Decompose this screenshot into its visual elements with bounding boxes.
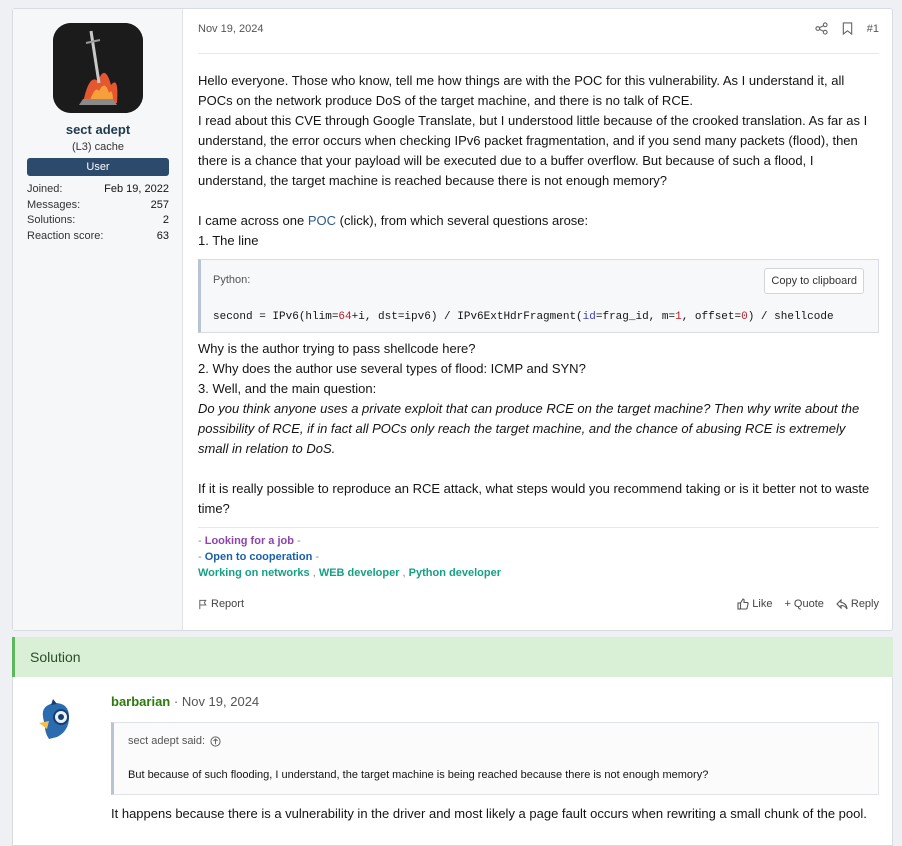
paragraph: Why is the author trying to pass shellco… — [198, 341, 476, 356]
flag-icon — [198, 599, 208, 610]
code-line: second = IPv6(hlim=64+i, dst=ipv6) / IPv… — [213, 307, 834, 327]
stat-value: Feb 19, 2022 — [104, 183, 169, 195]
post-date[interactable]: Nov 19, 2024 — [198, 23, 263, 35]
paragraph: Hello everyone. Those who know, tell me … — [198, 73, 845, 108]
user-title: (L3) cache — [72, 141, 124, 153]
user-badge: User — [27, 158, 169, 176]
signature-line: - Looking for a job - — [198, 535, 301, 547]
bookmark-icon[interactable] — [842, 22, 853, 35]
signature-text[interactable]: Python developer — [409, 567, 501, 579]
separator: · — [173, 694, 182, 709]
answer-text: It happens because there is a vulnerabil… — [111, 806, 867, 821]
arrow-up-circle-icon[interactable] — [210, 735, 221, 747]
quote-author: sect adept said: — [128, 735, 206, 747]
quote-block: sect adept said: But because of such flo… — [111, 722, 879, 795]
code-token: ) / shellcode — [747, 311, 834, 323]
stat-label: Solutions: — [27, 214, 76, 226]
stat-value: 63 — [156, 229, 169, 242]
quote-text: But because of such flooding, I understa… — [128, 769, 709, 781]
code-token: second = IPv6(hlim= — [213, 311, 339, 323]
signature: - Looking for a job - - Open to cooperat… — [198, 533, 501, 581]
stat-reaction-score: Reaction score: 63 — [27, 229, 169, 245]
list-item: 2. Why does the author use several types… — [198, 361, 586, 376]
answer-date[interactable]: Nov 19, 2024 — [182, 694, 259, 709]
paragraph: I came across one POC (click), from whic… — [198, 211, 879, 231]
stat-label: Joined: — [27, 183, 63, 195]
text: I came across one — [198, 213, 308, 228]
solution-header: Solution — [12, 637, 893, 677]
answer-header: barbarian · Nov 19, 2024 — [111, 694, 259, 709]
report-label: Report — [211, 598, 245, 610]
report-button[interactable]: Report — [198, 598, 244, 610]
stat-solutions: Solutions: 2 — [27, 213, 169, 229]
quote-header[interactable]: sect adept said: — [128, 735, 221, 747]
stat-label: Reaction score: — [27, 229, 104, 242]
list-item: 1. The line — [198, 233, 259, 248]
username[interactable]: sect adept — [13, 122, 183, 137]
copy-to-clipboard-button[interactable]: Copy to clipboard — [764, 268, 864, 294]
code-number: 0 — [741, 311, 748, 323]
signature-line: Working on networks , WEB developer , Py… — [198, 567, 501, 579]
post-number[interactable]: #1 — [867, 23, 879, 35]
avatar[interactable] — [53, 23, 143, 113]
reaction-actions: Like + Quote Reply — [737, 598, 879, 610]
divider — [198, 53, 879, 54]
share-icon[interactable] — [815, 22, 828, 35]
stat-label: Messages: — [27, 198, 81, 211]
stat-messages: Messages: 257 — [27, 198, 169, 214]
reply-button[interactable]: Reply — [836, 598, 879, 610]
text: (click), from which several questions ar… — [336, 213, 589, 228]
like-label: Like — [752, 598, 773, 610]
code-token: =frag_id, m= — [595, 311, 676, 323]
list-item: 3. Well, and the main question: — [198, 381, 377, 396]
quote-label: Quote — [793, 598, 824, 610]
code-token: , offset= — [681, 311, 742, 323]
reply-icon — [836, 598, 848, 610]
plus-icon: + — [784, 598, 791, 610]
stat-joined: Joined: Feb 19, 2022 — [27, 182, 169, 198]
user-sidebar: sect adept (L3) cache User Joined: Feb 1… — [13, 9, 183, 630]
code-token: +i, dst=ipv6) / IPv6ExtHdrFragment( — [351, 311, 583, 323]
code-language: Python: — [213, 274, 251, 286]
code-number: 64 — [338, 311, 352, 323]
code-block: Python: Copy to clipboard second = IPv6(… — [198, 259, 879, 333]
solution-post: barbarian · Nov 19, 2024 sect adept said… — [12, 677, 893, 846]
signature-text[interactable]: Looking for a job — [205, 535, 294, 547]
signature-text[interactable]: Open to cooperation — [205, 551, 313, 563]
answer-author[interactable]: barbarian — [111, 694, 170, 709]
post-actions: #1 — [815, 22, 879, 35]
stat-value[interactable]: 257 — [151, 198, 169, 214]
code-keyword: id — [582, 311, 596, 323]
stat-value: 2 — [162, 214, 169, 226]
avatar[interactable] — [33, 697, 77, 741]
post-body: Hello everyone. Those who know, tell me … — [198, 71, 879, 519]
signature-divider — [198, 527, 879, 528]
thumbs-up-icon — [737, 598, 749, 610]
paragraph: I read about this CVE through Google Tra… — [198, 113, 868, 188]
user-stats: Joined: Feb 19, 2022 Messages: 257 Solut… — [27, 182, 169, 244]
poc-link[interactable]: POC — [308, 213, 336, 228]
signature-line: - Open to cooperation - — [198, 551, 320, 563]
code-number: 1 — [675, 311, 682, 323]
italic-question: Do you think anyone uses a private explo… — [198, 401, 860, 456]
original-post: sect adept (L3) cache User Joined: Feb 1… — [12, 8, 893, 631]
signature-text[interactable]: Working on networks — [198, 567, 310, 579]
like-button[interactable]: Like — [737, 598, 772, 610]
paragraph: If it is really possible to reproduce an… — [198, 481, 870, 516]
quote-button[interactable]: + Quote — [784, 598, 823, 610]
signature-text[interactable]: WEB developer — [319, 567, 400, 579]
reply-label: Reply — [850, 598, 879, 610]
